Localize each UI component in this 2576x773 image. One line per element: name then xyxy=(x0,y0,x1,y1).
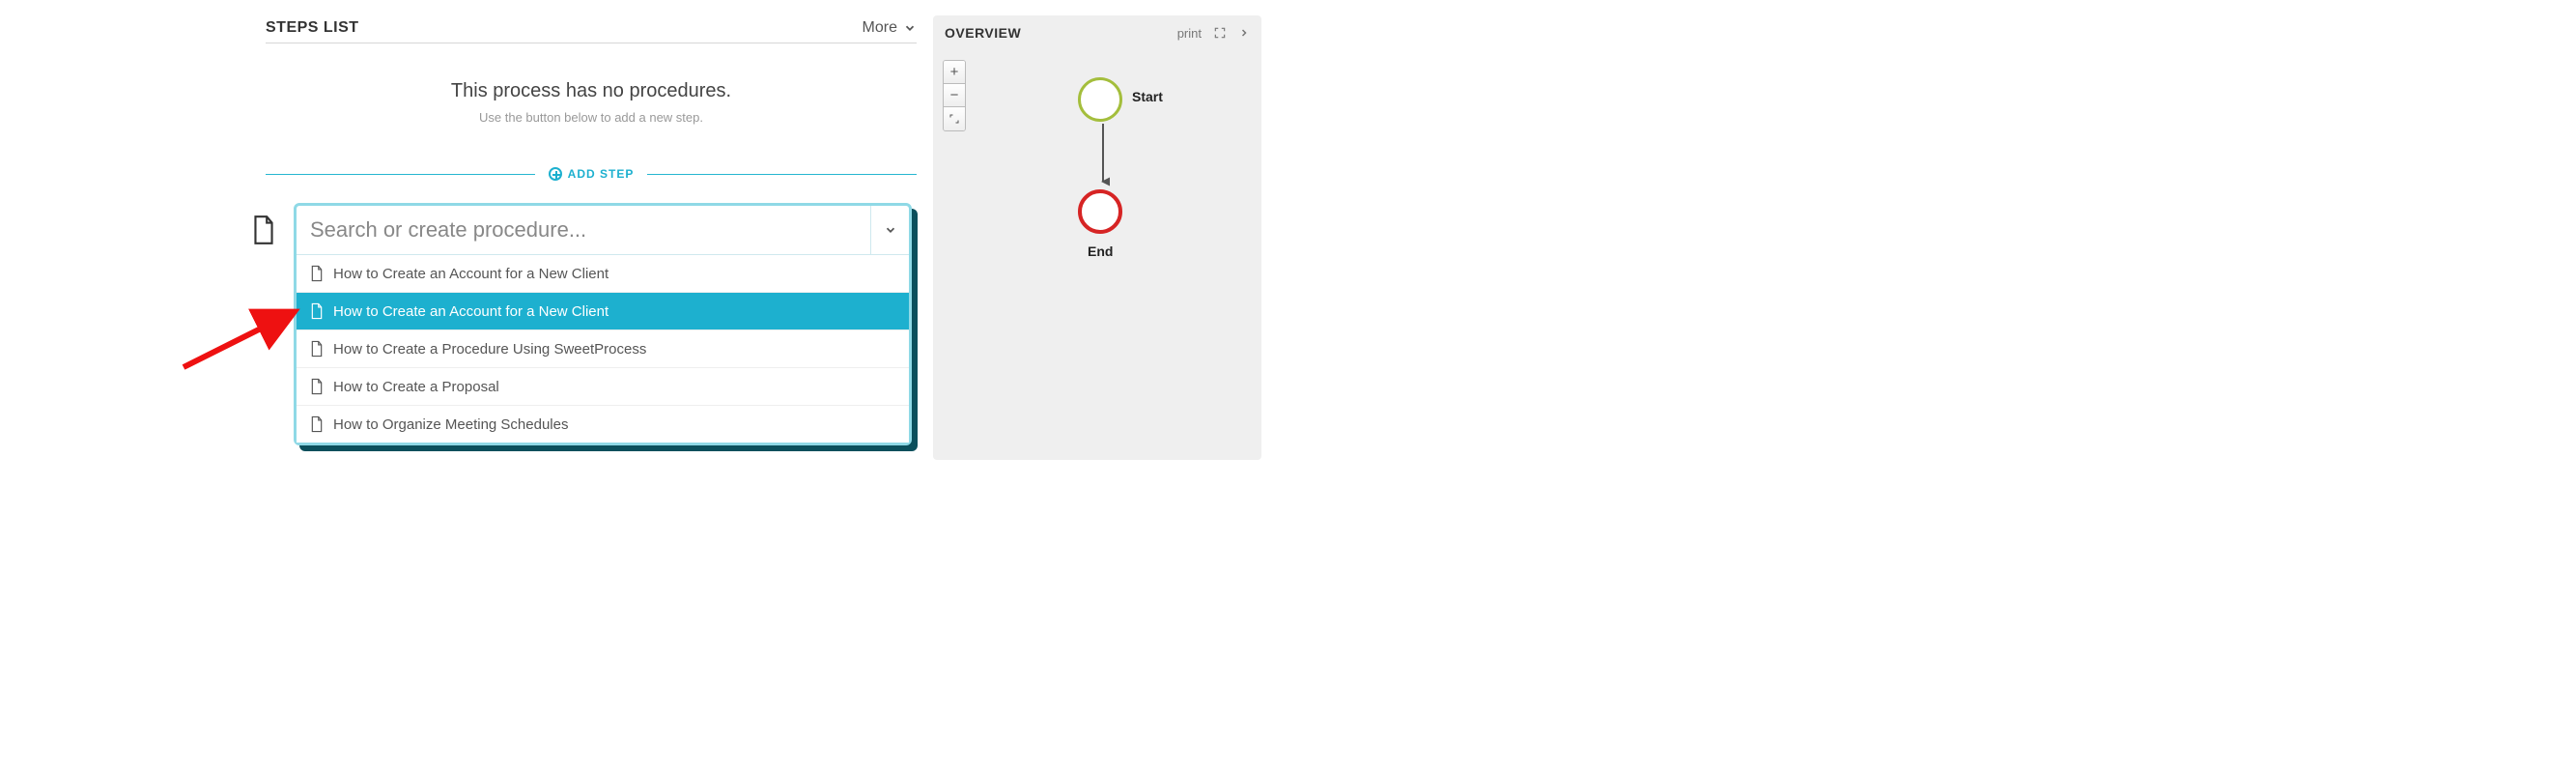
dropdown-item-label: How to Organize Meeting Schedules xyxy=(333,416,568,433)
procedure-dropdown-list: How to Create an Account for a New Clien… xyxy=(297,255,909,443)
steps-list-title: STEPS LIST xyxy=(266,19,359,37)
empty-state-subtitle: Use the button below to add a new step. xyxy=(266,110,917,125)
dropdown-toggle[interactable] xyxy=(870,206,909,254)
document-icon xyxy=(310,265,324,282)
more-button[interactable]: More xyxy=(863,19,917,37)
dropdown-item-label: How to Create an Account for a New Clien… xyxy=(333,303,609,320)
dropdown-item[interactable]: How to Create an Account for a New Clien… xyxy=(297,292,909,329)
steps-header: STEPS LIST More xyxy=(266,19,917,43)
document-icon xyxy=(310,302,324,320)
print-button[interactable]: print xyxy=(1177,26,1202,41)
flow-node-end[interactable] xyxy=(1078,189,1122,234)
add-step-row: ADD STEP xyxy=(266,167,917,181)
overview-panel: OVERVIEW print + − Start xyxy=(933,15,1261,460)
dropdown-item-label: How to Create an Account for a New Clien… xyxy=(333,266,609,282)
fullscreen-icon[interactable] xyxy=(1213,26,1227,40)
dropdown-item-label: How to Create a Procedure Using SweetPro… xyxy=(333,341,646,358)
more-label: More xyxy=(863,19,897,37)
dropdown-item[interactable]: How to Create a Proposal xyxy=(297,367,909,405)
overview-title: OVERVIEW xyxy=(945,25,1021,41)
empty-state-title: This process has no procedures. xyxy=(266,80,917,102)
overview-tools: print xyxy=(1177,26,1250,41)
document-icon xyxy=(310,378,324,395)
divider-right xyxy=(647,174,917,175)
document-icon xyxy=(251,215,276,245)
flow-node-start-label: Start xyxy=(1132,89,1163,104)
chevron-down-icon xyxy=(884,223,897,237)
empty-state: This process has no procedures. Use the … xyxy=(266,80,917,125)
flow-node-end-label: End xyxy=(1088,243,1113,259)
add-step-button[interactable]: ADD STEP xyxy=(535,167,648,181)
plus-circle-icon xyxy=(549,167,562,181)
flow-node-start[interactable] xyxy=(1078,77,1122,122)
procedure-search-input[interactable] xyxy=(297,206,870,254)
dropdown-item[interactable]: How to Create a Procedure Using SweetPro… xyxy=(297,329,909,367)
dropdown-item[interactable]: How to Create an Account for a New Clien… xyxy=(297,255,909,292)
document-icon xyxy=(310,340,324,358)
chevron-down-icon xyxy=(903,21,917,35)
dropdown-item-label: How to Create a Proposal xyxy=(333,379,499,395)
dropdown-item[interactable]: How to Organize Meeting Schedules xyxy=(297,405,909,443)
chevron-right-icon[interactable] xyxy=(1238,27,1250,39)
search-input-row xyxy=(297,206,909,255)
overview-header: OVERVIEW print xyxy=(933,15,1261,46)
procedure-combobox: How to Create an Account for a New Clien… xyxy=(294,203,912,445)
document-icon xyxy=(310,415,324,433)
flow-diagram[interactable]: Start End xyxy=(933,54,1261,460)
flow-edge-arrow-icon xyxy=(1096,122,1110,191)
add-step-label: ADD STEP xyxy=(568,167,635,181)
divider-left xyxy=(266,174,535,175)
procedure-search-group: How to Create an Account for a New Clien… xyxy=(251,203,912,445)
